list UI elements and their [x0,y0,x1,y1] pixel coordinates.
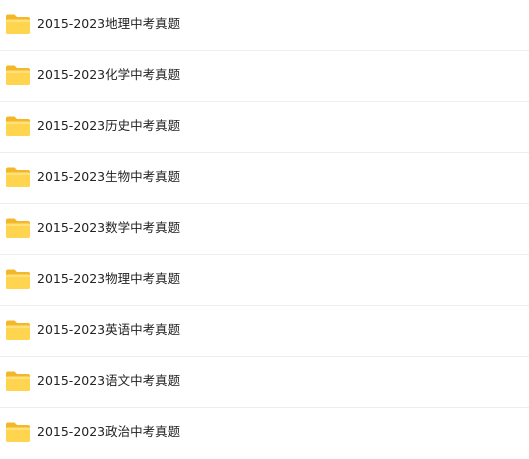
folder-icon [5,217,31,239]
folder-name: 2015-2023物理中考真题 [37,271,181,286]
folder-name: 2015-2023化学中考真题 [37,67,181,82]
folder-icon [5,319,31,341]
folder-row[interactable]: 2015-2023化学中考真题 [0,51,529,102]
folder-name: 2015-2023历史中考真题 [37,118,181,133]
folder-row[interactable]: 2015-2023英语中考真题 [0,306,529,357]
folder-row[interactable]: 2015-2023物理中考真题 [0,255,529,306]
folder-name: 2015-2023数学中考真题 [37,220,181,235]
folder-row[interactable]: 2015-2023生物中考真题 [0,153,529,204]
folder-name: 2015-2023地理中考真题 [37,16,181,31]
folder-row[interactable]: 2015-2023语文中考真题 [0,357,529,408]
folder-row[interactable]: 2015-2023数学中考真题 [0,204,529,255]
folder-name: 2015-2023语文中考真题 [37,373,181,388]
folder-name: 2015-2023英语中考真题 [37,322,181,337]
folder-row[interactable]: 2015-2023历史中考真题 [0,102,529,153]
folder-icon [5,166,31,188]
folder-icon [5,268,31,290]
folder-icon [5,115,31,137]
folder-row[interactable]: 2015-2023地理中考真题 [0,0,529,51]
folder-icon [5,64,31,86]
folder-name: 2015-2023政治中考真题 [37,424,181,439]
folder-icon [5,421,31,443]
folder-icon [5,13,31,35]
folder-row[interactable]: 2015-2023政治中考真题 [0,408,529,459]
folder-icon [5,370,31,392]
file-list: 2015-2023地理中考真题 2015-2023化学中考真题 2015-202… [0,0,529,456]
folder-name: 2015-2023生物中考真题 [37,169,181,184]
